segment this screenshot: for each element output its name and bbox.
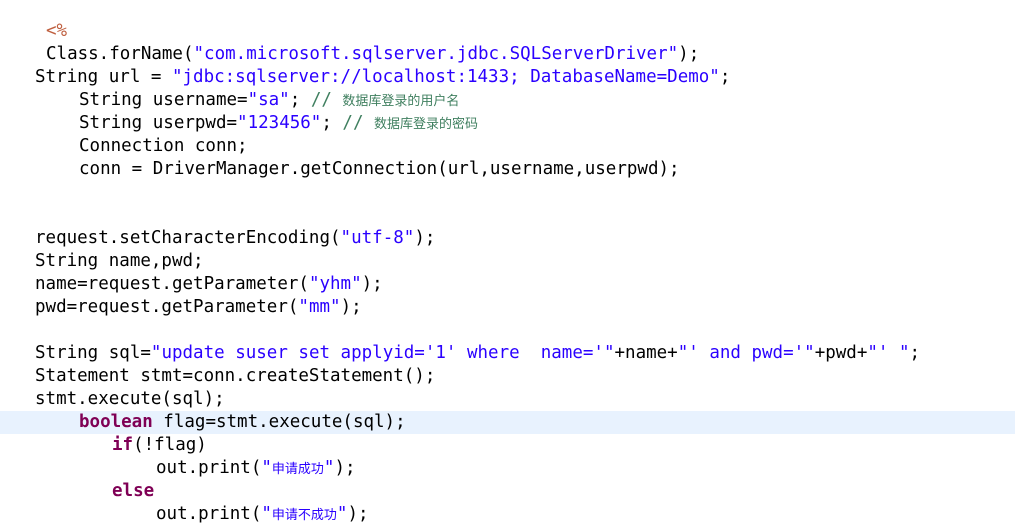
- code-editor[interactable]: <% Class.forName("com.microsoft.sqlserve…: [0, 0, 1015, 527]
- code-token: );: [361, 274, 383, 294]
- code-token: ;: [321, 113, 343, 133]
- code-text: String url = "jdbc:sqlserver://localhost…: [35, 66, 730, 89]
- code-token: Class.forName(: [46, 44, 194, 64]
- code-token: stmt.execute(sql);: [35, 389, 225, 409]
- code-line-14[interactable]: stmt.execute(sql);: [0, 388, 1015, 411]
- code-line-1[interactable]: <%: [0, 20, 1015, 43]
- code-text: name=request.getParameter("yhm");: [35, 273, 383, 296]
- code-text: out.print("申请不成功");: [156, 503, 369, 527]
- code-token: //: [310, 90, 343, 110]
- code-text: conn = DriverManager.getConnection(url,u…: [79, 158, 680, 181]
- code-text: boolean flag=stmt.execute(sql);: [79, 411, 406, 434]
- code-token: flag=stmt.execute(sql);: [152, 412, 406, 432]
- code-token: pwd=request.getParameter(: [35, 297, 299, 317]
- code-token: 申请成功: [271, 462, 324, 477]
- code-line-9[interactable]: String name,pwd;: [0, 250, 1015, 273]
- code-token: Connection conn;: [79, 136, 248, 156]
- code-text: if(!flag): [112, 434, 207, 457]
- code-token: "yhm": [308, 274, 362, 294]
- code-line-16[interactable]: if(!flag): [0, 434, 1015, 457]
- code-text: stmt.execute(sql);: [35, 388, 225, 411]
- code-token: "jdbc:sqlserver://localhost:1433; Databa…: [171, 67, 720, 87]
- code-token: ": [261, 504, 272, 524]
- code-token: ": [323, 458, 335, 478]
- code-line-3[interactable]: String url = "jdbc:sqlserver://localhost…: [0, 66, 1015, 89]
- code-token: String sql=: [35, 343, 151, 363]
- code-token: 数据库登录的用户名: [342, 94, 460, 109]
- code-line-13[interactable]: Statement stmt=conn.createStatement();: [0, 365, 1015, 388]
- code-text: request.setCharacterEncoding("utf-8");: [35, 227, 435, 250]
- code-token: String username=: [79, 90, 248, 110]
- code-text: String username="sa"; // 数据库登录的用户名: [79, 89, 459, 113]
- code-token: "com.microsoft.sqlserver.jdbc.SQLServerD…: [193, 44, 679, 64]
- code-text: out.print("申请成功");: [156, 457, 356, 481]
- code-line-10[interactable]: name=request.getParameter("yhm");: [0, 273, 1015, 296]
- code-token: "' ": [867, 343, 910, 363]
- code-text: Statement stmt=conn.createStatement();: [35, 365, 435, 388]
- code-text: else: [112, 480, 154, 503]
- code-text: String userpwd="123456"; // 数据库登录的密码: [79, 112, 478, 136]
- code-token: ;: [909, 343, 921, 363]
- code-line-7[interactable]: conn = DriverManager.getConnection(url,u…: [0, 158, 1015, 181]
- code-token: "mm": [298, 297, 341, 317]
- code-token: "123456": [237, 113, 322, 133]
- code-token: out.print(: [156, 504, 262, 524]
- code-token: 申请不成功: [271, 508, 337, 523]
- code-token: ;: [289, 90, 311, 110]
- code-token: ": [336, 504, 348, 524]
- code-token: Statement stmt=conn.createStatement();: [35, 366, 436, 386]
- code-text: pwd=request.getParameter("mm");: [35, 296, 362, 319]
- code-token: ;: [719, 67, 731, 87]
- code-token: "utf-8": [340, 228, 415, 248]
- code-line-18[interactable]: else: [0, 480, 1015, 503]
- code-text: <%: [46, 20, 67, 43]
- code-token: "update suser set applyid='1' where name…: [150, 343, 615, 363]
- code-token: //: [342, 113, 375, 133]
- code-text: String sql="update suser set applyid='1'…: [35, 342, 920, 365]
- code-token: <%: [46, 21, 68, 41]
- code-token: );: [334, 458, 356, 478]
- code-token: (!flag): [133, 435, 207, 455]
- code-token: );: [347, 504, 369, 524]
- code-line-5[interactable]: String userpwd="123456"; // 数据库登录的密码: [0, 112, 1015, 135]
- code-text: Class.forName("com.microsoft.sqlserver.j…: [46, 43, 699, 66]
- code-token: +name+: [614, 343, 678, 363]
- code-line-19[interactable]: out.print("申请不成功");: [0, 503, 1015, 526]
- code-token: );: [678, 44, 700, 64]
- code-token: +pwd+: [814, 343, 868, 363]
- code-line-6[interactable]: Connection conn;: [0, 135, 1015, 158]
- code-token: );: [414, 228, 436, 248]
- code-token: name=request.getParameter(: [35, 274, 309, 294]
- code-line-17[interactable]: out.print("申请成功");: [0, 457, 1015, 480]
- code-line-4[interactable]: String username="sa"; // 数据库登录的用户名: [0, 89, 1015, 112]
- code-line-2[interactable]: Class.forName("com.microsoft.sqlserver.j…: [0, 43, 1015, 66]
- code-line-12[interactable]: String sql="update suser set applyid='1'…: [0, 342, 1015, 365]
- code-token: String url =: [35, 67, 172, 87]
- code-token: String userpwd=: [79, 113, 238, 133]
- code-text: Connection conn;: [79, 135, 248, 158]
- code-token: request.setCharacterEncoding(: [35, 228, 341, 248]
- code-line-8[interactable]: request.setCharacterEncoding("utf-8");: [0, 227, 1015, 250]
- code-token: out.print(: [156, 458, 262, 478]
- code-line-11[interactable]: pwd=request.getParameter("mm");: [0, 296, 1015, 319]
- code-token: else: [112, 481, 155, 501]
- code-token: boolean: [79, 412, 153, 432]
- code-token: "sa": [247, 90, 290, 110]
- code-token: if: [112, 435, 134, 455]
- code-token: 数据库登录的密码: [374, 117, 479, 132]
- code-token: "' and pwd='": [677, 343, 815, 363]
- code-token: String name,pwd;: [35, 251, 204, 271]
- code-line-15-current[interactable]: boolean flag=stmt.execute(sql);: [0, 411, 1015, 434]
- code-token: ": [261, 458, 272, 478]
- code-token: conn = DriverManager.getConnection(url,u…: [79, 159, 680, 179]
- code-token: );: [340, 297, 362, 317]
- code-text: String name,pwd;: [35, 250, 204, 273]
